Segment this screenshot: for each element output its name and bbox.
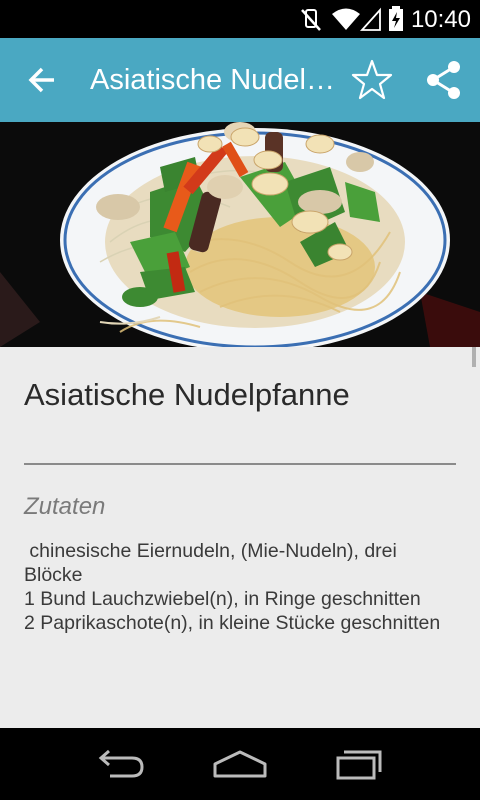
favorite-button[interactable] xyxy=(350,58,394,102)
ingredient-item: 1 Bund Lauchzwiebel(n), in Ringe geschni… xyxy=(24,588,421,610)
nav-back-button[interactable] xyxy=(90,744,150,784)
vibrate-muted-icon xyxy=(301,9,321,31)
page-title: Asiatische Nudelpfanne xyxy=(90,64,335,96)
share-button[interactable] xyxy=(422,58,466,102)
ingredients-heading: Zutaten xyxy=(24,493,106,520)
divider xyxy=(24,463,456,465)
nav-home-button[interactable] xyxy=(210,744,270,784)
back-button[interactable] xyxy=(18,56,66,104)
navigation-bar xyxy=(0,728,480,800)
wifi-icon xyxy=(332,8,360,30)
nav-recent-apps-button[interactable] xyxy=(330,744,390,784)
recipe-title: Asiatische Nudelpfanne xyxy=(24,377,350,412)
back-arrow-icon xyxy=(28,67,54,93)
status-time: 10:40 xyxy=(410,6,471,33)
recent-apps-icon xyxy=(336,750,382,780)
share-icon xyxy=(427,61,460,99)
battery-charging-icon xyxy=(389,6,403,31)
signal-icon xyxy=(360,7,381,31)
recipe-content[interactable]: Asiatische Nudelpfanne Zutaten chinesisc… xyxy=(0,347,480,728)
ingredient-item: chinesische Eiernudeln, (Mie-Nudeln), dr… xyxy=(24,540,403,586)
star-outline-icon xyxy=(351,59,393,100)
action-bar: Asiatische Nudelpfanne xyxy=(0,38,480,122)
scrollbar[interactable] xyxy=(472,347,476,367)
back-icon xyxy=(98,749,144,778)
status-bar: 10:40 xyxy=(0,0,480,38)
ingredients-list: chinesische Eiernudeln, (Mie-Nudeln), dr… xyxy=(24,539,456,655)
ingredient-item: 2 Paprikaschote(n), in kleine Stücke ges… xyxy=(24,612,441,634)
recipe-photo xyxy=(0,122,480,347)
noodle-dish-image xyxy=(0,122,480,347)
home-icon xyxy=(213,750,267,778)
